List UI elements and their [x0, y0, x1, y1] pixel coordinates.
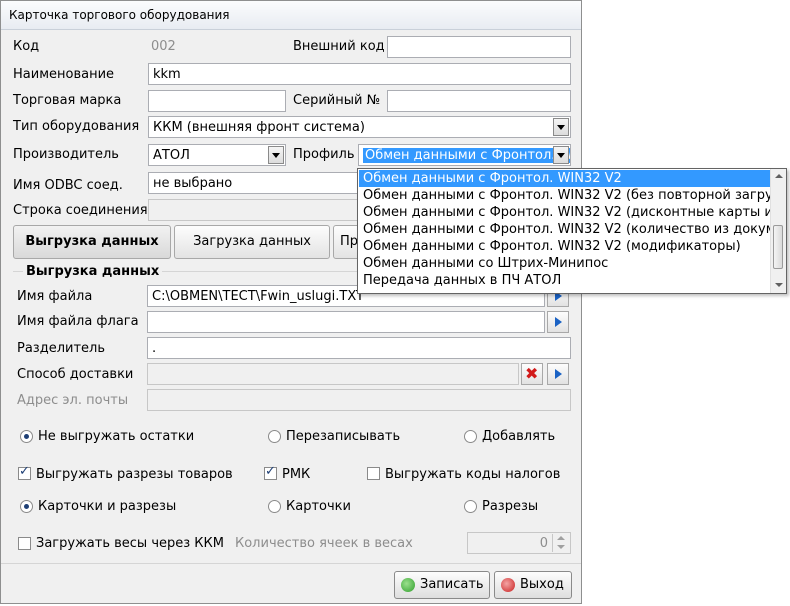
delivery-label: Способ доставки — [17, 367, 134, 382]
equipment-card-window: Карточка торгового оборудования Код 002 … — [0, 0, 582, 604]
window-title: Карточка торгового оборудования — [9, 8, 230, 22]
chevron-down-icon[interactable] — [553, 146, 569, 164]
radio-cards-and-sections-label[interactable]: Карточки и разрезы — [38, 499, 176, 514]
name-label: Наименование — [13, 67, 115, 82]
brand-label: Торговая марка — [13, 93, 122, 108]
scrollbar-thumb[interactable] — [773, 225, 783, 269]
serial-label: Серийный № — [293, 93, 381, 108]
scale-cells-label: Количество ячеек в весах — [235, 536, 413, 551]
radio-cards-label[interactable]: Карточки — [286, 499, 351, 514]
tab-export[interactable]: Выгрузка данных — [13, 225, 171, 259]
list-item[interactable]: Обмен данными с Фронтол. WIN32 V2 (без п… — [359, 187, 771, 204]
brand-input[interactable] — [148, 90, 286, 112]
flag-file-input[interactable] — [147, 311, 545, 333]
list-item[interactable]: Обмен данными с Фронтол. WIN32 V2 — [359, 170, 771, 187]
list-item[interactable]: Обмен данными с Фронтол. WIN32 V2 (модиф… — [359, 238, 771, 255]
checkbox-export-sections[interactable] — [18, 464, 31, 480]
external-code-label: Внешний код — [293, 39, 385, 54]
odbc-value: не выбрано — [153, 176, 233, 191]
exit-button[interactable]: Выход — [494, 571, 572, 599]
profile-combo[interactable]: Обмен данными с Фронтол. WIN32 V2 — [358, 144, 571, 166]
clear-delivery-button[interactable]: ✖ — [521, 363, 543, 385]
scroll-up-icon[interactable] — [771, 169, 786, 184]
power-icon — [501, 578, 515, 592]
radio-cards[interactable] — [268, 500, 281, 513]
separator-input[interactable]: . — [147, 337, 571, 359]
flag-file-label: Имя файла флага — [17, 314, 139, 329]
equipment-type-combo[interactable]: ККМ (внешняя фронт система) — [148, 116, 571, 138]
radio-append-label[interactable]: Добавлять — [482, 429, 555, 444]
save-button-label: Записать — [420, 577, 484, 592]
profile-dropdown-list[interactable]: Обмен данными с Фронтол. WIN32 V2 Обмен … — [357, 168, 787, 294]
list-item[interactable]: Обмен данными со Штрих-Минипос — [359, 255, 771, 272]
manufacturer-label: Производитель — [13, 147, 119, 162]
scale-cells-spinner: 0 — [467, 532, 571, 554]
email-input — [147, 389, 571, 411]
checkbox-tax-codes[interactable] — [367, 467, 380, 480]
chevron-down-icon[interactable] — [268, 146, 284, 164]
profile-value: Обмен данными с Фронтол. WIN32 V2 — [363, 148, 570, 163]
chevron-down-icon[interactable] — [553, 118, 569, 136]
odbc-label: Имя ODBC соед. — [13, 178, 123, 193]
radio-sections-label[interactable]: Разрезы — [482, 499, 538, 514]
checkbox-pmk[interactable] — [264, 464, 277, 480]
checkbox-load-scales[interactable] — [18, 537, 31, 550]
scale-cells-value: 0 — [539, 536, 548, 551]
radio-cards-and-sections[interactable] — [20, 500, 33, 513]
manufacturer-combo[interactable]: АТОЛ — [148, 144, 286, 166]
list-item[interactable]: Обмен данными с Фронтол. WIN32 V2 (колич… — [359, 221, 771, 238]
exit-button-label: Выход — [520, 577, 564, 592]
equipment-type-value: ККМ (внешняя фронт система) — [153, 120, 365, 135]
title-bar[interactable]: Карточка торгового оборудования — [1, 1, 581, 30]
list-item[interactable]: Передача данных в ПЧ АТОЛ — [359, 272, 771, 289]
profile-label: Профиль — [293, 147, 355, 162]
external-code-input[interactable] — [387, 36, 571, 58]
footer-divider — [1, 563, 581, 564]
export-group-title: Выгрузка данных — [23, 264, 163, 279]
radio-overwrite-label[interactable]: Перезаписывать — [286, 429, 400, 444]
manufacturer-value: АТОЛ — [153, 148, 190, 163]
radio-sections[interactable] — [464, 500, 477, 513]
code-label: Код — [13, 39, 40, 54]
scroll-down-icon[interactable] — [771, 278, 786, 293]
list-item[interactable]: Обмен данными с Фронтол. WIN32 V2 (диско… — [359, 204, 771, 221]
delivery-input — [147, 363, 519, 385]
dropdown-scrollbar[interactable] — [770, 169, 786, 293]
close-icon: ✖ — [525, 364, 539, 383]
checkbox-load-scales-label[interactable]: Загружать весы через ККМ — [36, 536, 224, 551]
save-button[interactable]: Записать — [394, 571, 490, 599]
serial-input[interactable] — [387, 90, 571, 112]
radio-overwrite[interactable] — [268, 430, 281, 443]
checkbox-pmk-label[interactable]: РМК — [282, 467, 310, 482]
separator-label: Разделитель — [17, 341, 106, 356]
checkbox-tax-codes-label[interactable]: Выгружать коды налогов — [385, 467, 560, 482]
email-label: Адрес эл. почты — [17, 393, 129, 408]
choose-delivery-button[interactable] — [547, 363, 569, 385]
radio-append[interactable] — [464, 430, 477, 443]
browse-flag-file-button[interactable] — [547, 311, 569, 333]
equipment-type-label: Тип оборудования — [13, 119, 140, 134]
check-icon — [401, 578, 415, 592]
odbc-combo[interactable]: не выбрано — [148, 172, 361, 194]
tab-import[interactable]: Загрузка данных — [174, 225, 330, 259]
checkbox-export-sections-label[interactable]: Выгружать разрезы товаров — [36, 467, 233, 482]
code-value: 002 — [151, 39, 176, 54]
spinner-arrows-icon — [552, 534, 569, 552]
name-input[interactable]: kkm — [148, 63, 571, 85]
connection-input — [148, 199, 361, 221]
radio-no-stock[interactable] — [20, 430, 33, 443]
connection-label: Строка соединения — [13, 203, 148, 218]
radio-no-stock-label[interactable]: Не выгружать остатки — [38, 429, 194, 444]
file-name-label: Имя файла — [17, 289, 93, 304]
